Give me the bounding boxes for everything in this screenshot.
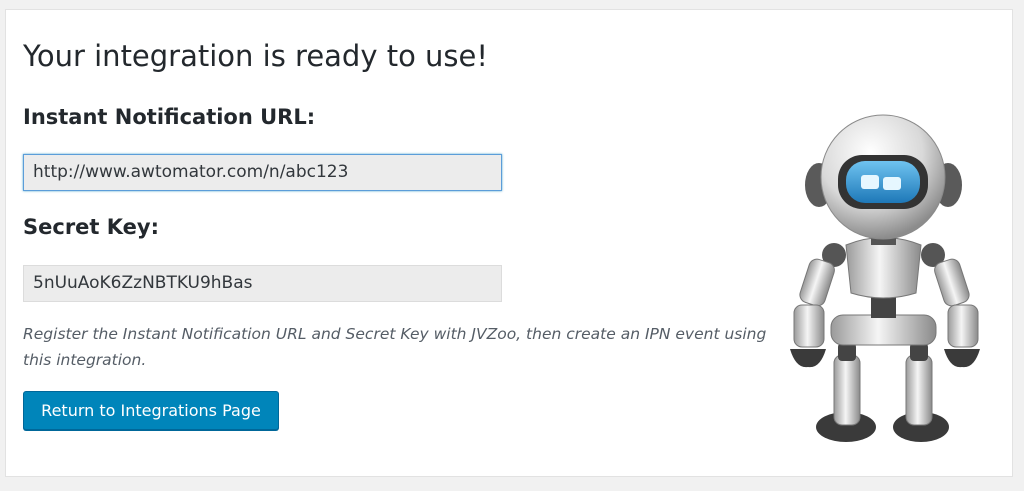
integration-panel: Your integration is ready to use! Instan… [5, 9, 1013, 477]
instant-notification-url-label: Instant Notification URL: [23, 105, 316, 129]
robot-mascot-icon [790, 114, 980, 442]
secret-key-field[interactable]: 5nUuAoK6ZzNBTKU9hBas [23, 265, 502, 302]
instructions-text: Register the Instant Notification URL an… [23, 325, 767, 369]
secret-key-label: Secret Key: [23, 215, 159, 239]
instant-notification-url-field[interactable]: http://www.awtomator.com/n/abc123 [23, 154, 502, 191]
return-to-integrations-button[interactable]: Return to Integrations Page [23, 391, 279, 430]
page-title: Your integration is ready to use! [23, 39, 489, 73]
